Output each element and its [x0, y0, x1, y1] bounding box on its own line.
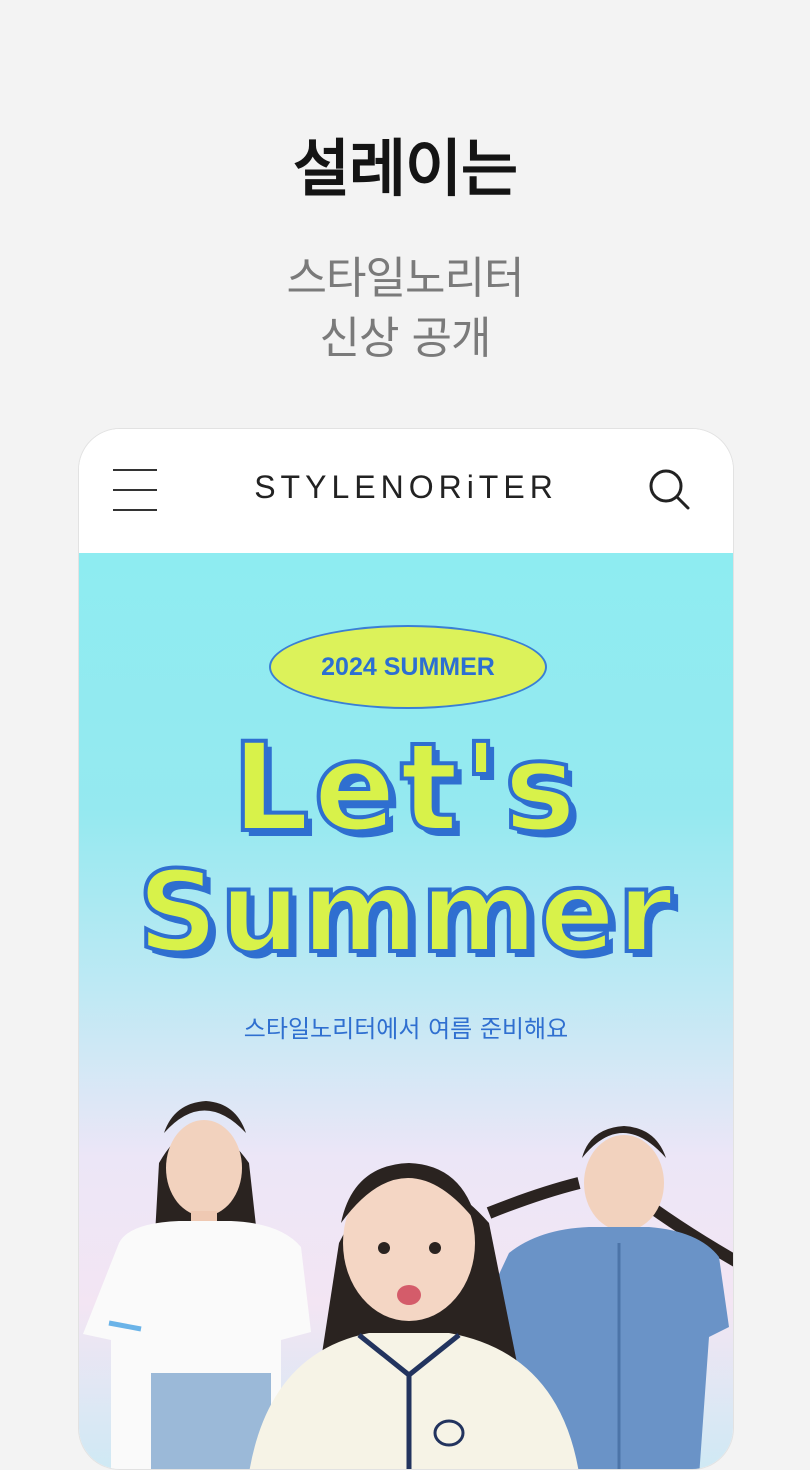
banner-subtitle: 스타일노리터에서 여름 준비해요	[243, 1015, 569, 1043]
promo-subline-new-arrivals: 신상 공개	[319, 313, 492, 364]
promo-headline: 설레이는	[292, 132, 518, 205]
brand-logo[interactable]: STYLENORiTER	[79, 469, 733, 506]
promo-subline-brand: 스타일노리터	[286, 253, 525, 304]
summer-banner[interactable]: 2024 SUMMER Let's Summer 스타일노리터에서 여름 준비해…	[79, 553, 733, 1469]
phone-mockup: STYLENORiTER 2024 SUMMER Let's Summer 스타…	[78, 428, 734, 1470]
banner-title-line-2: Summer	[136, 848, 675, 978]
season-badge: 2024 SUMMER	[269, 625, 547, 709]
models-photo	[83, 1101, 733, 1469]
search-icon[interactable]	[647, 467, 691, 511]
app-header: STYLENORiTER	[79, 429, 733, 553]
banner-title-line-1: Let's	[230, 717, 581, 859]
